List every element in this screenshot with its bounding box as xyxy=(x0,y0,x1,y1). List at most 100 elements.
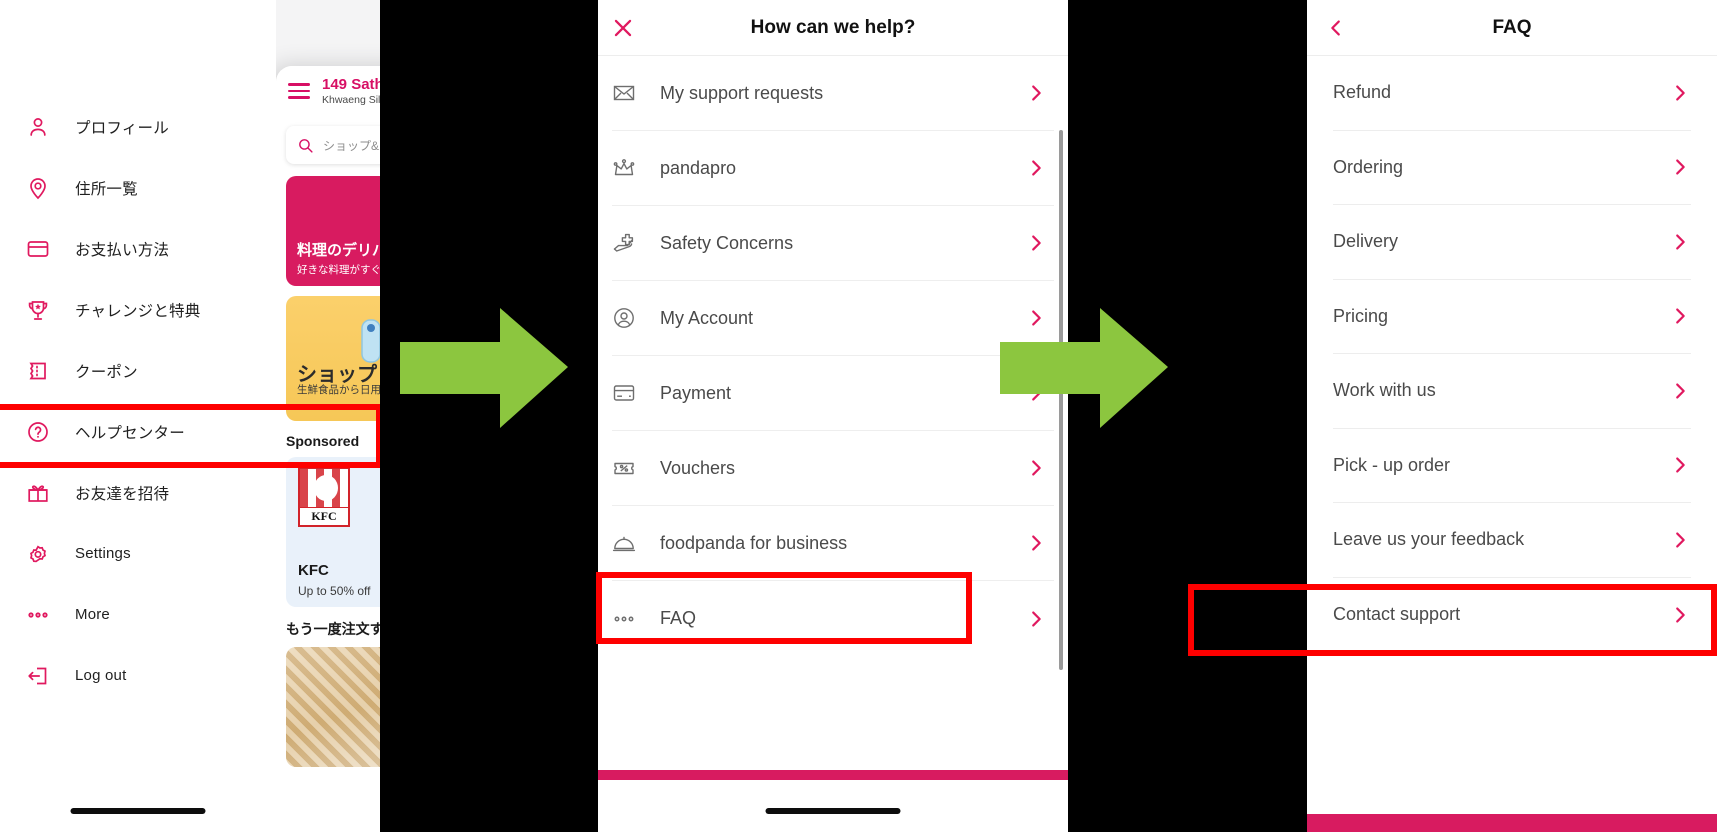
search-input[interactable]: ショップ&レ xyxy=(286,126,380,164)
faq-item-label: Contact support xyxy=(1333,604,1461,625)
search-icon xyxy=(299,138,313,153)
faq-item-work-with-us[interactable]: Work with us xyxy=(1333,354,1691,429)
faq-item-label: Ordering xyxy=(1333,156,1404,177)
chevron-right-icon xyxy=(1032,235,1041,251)
question-circle-icon xyxy=(28,421,48,442)
address-subtitle: Khwaeng Silom xyxy=(322,94,380,106)
credit-card-icon xyxy=(613,385,635,401)
promo-shops-subtitle: 生鮮食品から日用品まで xyxy=(297,384,380,396)
chevron-right-icon xyxy=(1676,607,1685,623)
drawer-item-challenges[interactable]: チャレンジと特典 xyxy=(0,279,276,340)
home-screen-card: 149 Sathon Khwaeng Silom ショップ&レ 料理のデリバリー… xyxy=(276,66,380,832)
faq-item-ordering[interactable]: Ordering xyxy=(1333,131,1691,205)
help-item-safety-concerns[interactable]: Safety Concerns xyxy=(612,206,1054,281)
chevron-right-icon xyxy=(1676,234,1685,250)
envelope-icon xyxy=(613,85,635,101)
faq-item-label: Delivery xyxy=(1333,231,1399,252)
gear-icon xyxy=(30,544,46,562)
app-top-bar: 149 Sathon Khwaeng Silom xyxy=(276,66,380,116)
restaurant-offer: Up to 50% off xyxy=(298,584,371,598)
home-indicator xyxy=(70,808,206,814)
drawer-item-addresses[interactable]: 住所一覧 xyxy=(0,157,276,218)
ellipsis-icon xyxy=(614,616,634,621)
drawer-item-label: 住所一覧 xyxy=(75,180,138,198)
kfc-logo: KFC xyxy=(298,467,350,527)
person-icon xyxy=(30,117,46,136)
faq-item-pick-up-order[interactable]: Pick - up order xyxy=(1333,429,1691,503)
help-item-pandapro[interactable]: pandapro xyxy=(612,131,1054,206)
chevron-right-icon xyxy=(1032,460,1041,476)
phone-screen-help: How can we help? My support requests pan… xyxy=(598,0,1068,832)
help-sheet-title: How can we help? xyxy=(750,16,916,38)
faq-item-label: Leave us your feedback xyxy=(1333,529,1525,550)
help-item-my-support-requests[interactable]: My support requests xyxy=(612,56,1054,131)
chevron-right-icon xyxy=(1032,610,1041,627)
help-item-my-account[interactable]: My Account xyxy=(612,281,1054,356)
faq-item-refund[interactable]: Refund xyxy=(1333,56,1691,131)
promo-card-shops[interactable]: ショップ 生鮮食品から日用品まで xyxy=(286,296,380,421)
home-indicator xyxy=(765,808,901,814)
coupon-icon xyxy=(29,362,46,379)
voucher-percent-icon xyxy=(614,462,634,475)
help-sheet-header: How can we help? xyxy=(598,0,1068,55)
drawer-item-label: More xyxy=(75,606,110,623)
help-item-label: My support requests xyxy=(660,82,824,103)
hand-plus-icon xyxy=(613,233,634,252)
faq-item-pricing[interactable]: Pricing xyxy=(1333,280,1691,354)
drawer-item-label: お支払い方法 xyxy=(75,241,170,259)
chevron-right-icon xyxy=(1676,457,1685,473)
drawer-item-invite-friends[interactable]: お友達を招待 xyxy=(0,462,276,523)
help-item-label: Vouchers xyxy=(660,457,736,478)
faq-item-label: Work with us xyxy=(1333,380,1436,401)
drawer-item-coupons[interactable]: クーポン xyxy=(0,340,276,401)
help-item-payment[interactable]: Payment xyxy=(612,356,1054,431)
credit-card-icon xyxy=(27,240,49,257)
faq-item-leave-us-your-feedback[interactable]: Leave us your feedback xyxy=(1333,503,1691,578)
promo-delivery-title: 料理のデリバリー xyxy=(297,242,380,259)
green-right-arrow-icon xyxy=(1000,308,1168,428)
drawer-item-list: プロフィール 住所一覧 お支払い方法 チャレンジと特典 クーポン ヘルプセンター… xyxy=(0,0,276,706)
help-item-label: FAQ xyxy=(660,608,697,628)
faq-item-delivery[interactable]: Delivery xyxy=(1333,205,1691,280)
drawer-item-settings[interactable]: Settings xyxy=(0,523,276,584)
help-item-label: My Account xyxy=(660,307,754,328)
chevron-right-icon xyxy=(1032,535,1041,551)
sponsored-label: Sponsored xyxy=(286,433,360,449)
drawer-item-more[interactable]: More xyxy=(0,584,276,645)
drawer-item-label: Log out xyxy=(75,667,127,684)
chevron-left-icon[interactable] xyxy=(1325,17,1347,39)
drawer-item-label: クーポン xyxy=(75,363,138,381)
flow-arrow-1 xyxy=(400,300,570,435)
faq-title: FAQ xyxy=(1492,16,1532,38)
sponsored-restaurant-card[interactable]: KFC KFC Up to 50% off xyxy=(286,457,380,607)
help-item-vouchers[interactable]: Vouchers xyxy=(612,431,1054,506)
help-sheet-list: My support requests pandapro Safety Conc… xyxy=(598,55,1068,656)
side-drawer: プロフィール 住所一覧 お支払い方法 チャレンジと特典 クーポン ヘルプセンター… xyxy=(0,0,276,832)
bottom-accent-bar xyxy=(1307,814,1717,832)
crown-icon xyxy=(613,159,635,176)
phone-screen-faq: FAQ Refund Ordering Delivery Pricing Wor… xyxy=(1307,0,1717,832)
promo-card-delivery[interactable]: 料理のデリバリー 好きな料理がすぐ届く xyxy=(286,176,380,286)
reorder-heading: もう一度注文する xyxy=(286,621,380,637)
reorder-item-image[interactable] xyxy=(286,647,380,767)
drawer-item-log-out[interactable]: Log out xyxy=(0,645,276,706)
close-x-icon[interactable] xyxy=(610,15,636,41)
chevron-right-icon xyxy=(1676,532,1685,548)
help-item-label: Safety Concerns xyxy=(660,232,794,253)
account-circle-icon xyxy=(614,308,634,328)
help-item-foodpanda-for-business[interactable]: foodpanda for business xyxy=(612,506,1054,581)
search-placeholder: ショップ&レ xyxy=(323,138,380,153)
drawer-item-payment[interactable]: お支払い方法 xyxy=(0,218,276,279)
logout-icon xyxy=(28,667,47,684)
chevron-right-icon xyxy=(1676,383,1685,399)
green-right-arrow-icon xyxy=(400,308,568,428)
chevron-right-icon xyxy=(1032,85,1041,101)
screenshot-stage: 149 Sathon Khwaeng Silom ショップ&レ 料理のデリバリー… xyxy=(0,0,1717,832)
address-title: 149 Sathon xyxy=(322,76,380,93)
help-item-faq[interactable]: FAQ xyxy=(612,581,1054,656)
drawer-item-help-center[interactable]: ヘルプセンター xyxy=(0,401,276,462)
drawer-item-label: チャレンジと特典 xyxy=(75,302,201,320)
faq-item-contact-support[interactable]: Contact support xyxy=(1333,578,1691,653)
hamburger-menu-icon[interactable] xyxy=(288,79,310,103)
drawer-item-profile[interactable]: プロフィール xyxy=(0,96,276,157)
